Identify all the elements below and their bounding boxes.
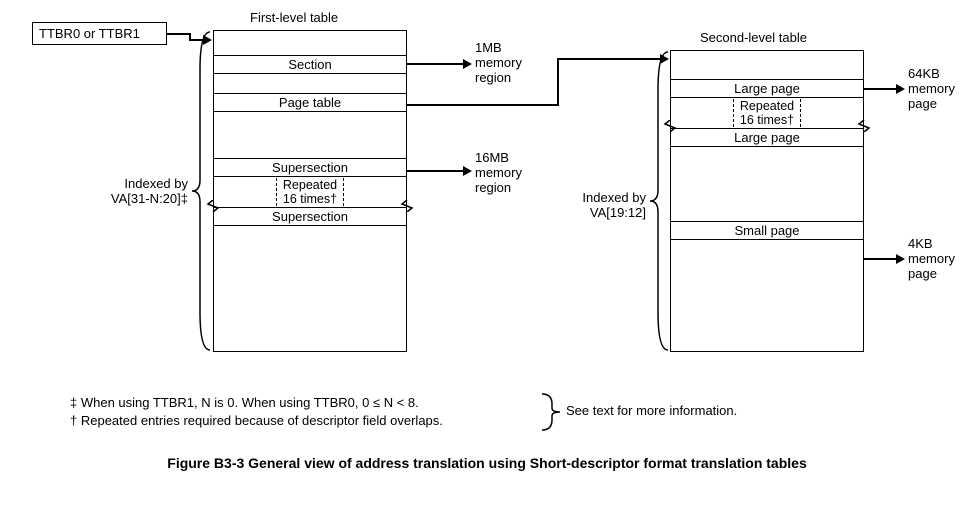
large-out-l1: 64KB [908, 66, 955, 81]
l1-super2-text: Supersection [272, 209, 348, 224]
super-out-l2: memory [475, 165, 522, 180]
l2-entry-largepage-last: Large page [671, 128, 863, 147]
l1-index-l1: Indexed by [104, 176, 188, 191]
footnote-seetext: See text for more information. [566, 403, 737, 418]
l2-brace [648, 50, 670, 352]
super-out-l3: region [475, 180, 522, 195]
large-out-l2: memory [908, 81, 955, 96]
large-arrowhead [896, 84, 905, 94]
super-arrowhead [463, 166, 472, 176]
l2-index-label: Indexed by VA[19:12] [566, 190, 646, 220]
l2-index-l1: Indexed by [566, 190, 646, 205]
super-arrow-line [407, 170, 465, 172]
small-arrow-line [864, 258, 898, 260]
second-level-title: Second-level table [700, 30, 807, 45]
small-out-l2: memory [908, 251, 955, 266]
figure-caption: Figure B3-3 General view of address tran… [70, 455, 904, 471]
l1-entry-supersection-last: Supersection [214, 207, 406, 226]
large-output: 64KB memory page [908, 66, 955, 111]
second-level-table: Large page Repeated 16 times† Large page… [670, 50, 864, 352]
l2-index-l2: VA[19:12] [566, 205, 646, 220]
l1-repeated-suffix: 16 times† [283, 192, 337, 206]
ttbr-arrow-h [167, 33, 189, 35]
small-out-l1: 4KB [908, 236, 955, 251]
l1-entry-section: Section [214, 55, 406, 74]
l1-index-label: Indexed by VA[31-N:20]‡ [104, 176, 188, 206]
l1-pagetable-text: Page table [279, 95, 341, 110]
section-out-l2: memory [475, 55, 522, 70]
ttbr-label: TTBR0 or TTBR1 [39, 26, 140, 41]
l1-repeated-block: Repeated 16 times† [214, 177, 406, 207]
l1-break-right [400, 200, 414, 212]
section-arrow-line [407, 63, 465, 65]
l2-entry-largepage-first: Large page [671, 79, 863, 98]
l1-index-l2: VA[31-N:20]‡ [104, 191, 188, 206]
footnote-brace [540, 392, 562, 432]
pt-conn-h2 [557, 58, 661, 60]
section-out-l1: 1MB [475, 40, 522, 55]
large-arrow-line [864, 88, 898, 90]
l1-repeated-text: Repeated [283, 178, 337, 192]
l2-repeated-text: Repeated [740, 99, 794, 113]
l2-large1-text: Large page [734, 81, 800, 96]
l1-entry-pagetable: Page table [214, 94, 406, 112]
l2-repeated-block: Repeated 16 times† [671, 98, 863, 128]
l1-entry-supersection-first: Supersection [214, 158, 406, 177]
small-arrowhead [896, 254, 905, 264]
super-output: 16MB memory region [475, 150, 522, 195]
l1-brace [190, 30, 212, 352]
pt-conn-v [557, 58, 559, 106]
section-arrowhead [463, 59, 472, 69]
pt-conn-h1 [407, 104, 557, 106]
l2-break-right [857, 120, 871, 132]
l2-large2-text: Large page [734, 130, 800, 145]
small-output: 4KB memory page [908, 236, 955, 281]
l2-entry-smallpage: Small page [671, 221, 863, 240]
section-out-l3: region [475, 70, 522, 85]
large-out-l3: page [908, 96, 955, 111]
first-level-table: Section Page table Supersection Repeated… [213, 30, 407, 352]
super-out-l1: 16MB [475, 150, 522, 165]
ttbr-register-box: TTBR0 or TTBR1 [32, 22, 167, 45]
footnote-ddagger: ‡ When using TTBR1, N is 0. When using T… [70, 395, 419, 410]
l1-super1-text: Supersection [272, 160, 348, 175]
l2-small-text: Small page [734, 223, 799, 238]
section-output: 1MB memory region [475, 40, 522, 85]
l2-repeated-suffix: 16 times† [740, 113, 794, 127]
l1-section-text: Section [288, 57, 331, 72]
first-level-title: First-level table [250, 10, 338, 25]
footnote-dagger: † Repeated entries required because of d… [70, 413, 443, 428]
small-out-l3: page [908, 266, 955, 281]
